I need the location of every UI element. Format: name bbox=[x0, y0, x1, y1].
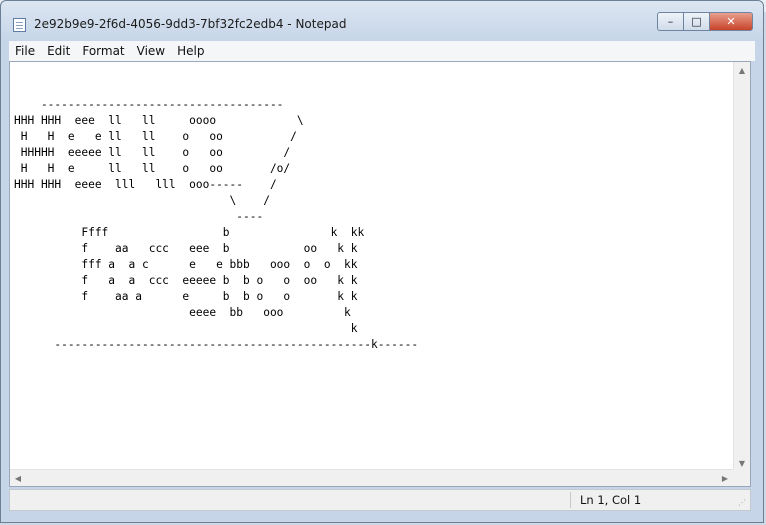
scroll-left-icon[interactable]: ◀ bbox=[10, 470, 26, 486]
document-text[interactable]: ------------------------------------ HHH… bbox=[14, 65, 418, 353]
scroll-right-icon[interactable]: ▶ bbox=[717, 470, 733, 486]
minimize-button[interactable]: – bbox=[657, 12, 683, 31]
maximize-button[interactable]: □ bbox=[683, 12, 709, 31]
vertical-scrollbar[interactable]: ▲ ▼ bbox=[733, 62, 750, 471]
scroll-up-icon[interactable]: ▲ bbox=[734, 62, 750, 78]
status-bar: Ln 1, Col 1 ⋰ bbox=[9, 489, 751, 511]
title-bar[interactable]: 2e92b9e9-2f6d-4056-9dd3-7bf32fc2edb4 - N… bbox=[1, 1, 763, 37]
window-title: 2e92b9e9-2f6d-4056-9dd3-7bf32fc2edb4 - N… bbox=[34, 17, 347, 31]
menu-view[interactable]: View bbox=[131, 44, 171, 58]
window-controls: – □ ✕ bbox=[657, 12, 753, 31]
notepad-icon bbox=[13, 18, 26, 32]
status-separator bbox=[570, 492, 571, 508]
horizontal-scrollbar[interactable]: ◀ ▶ bbox=[10, 469, 733, 486]
notepad-window: 2e92b9e9-2f6d-4056-9dd3-7bf32fc2edb4 - N… bbox=[0, 0, 764, 523]
cursor-position: Ln 1, Col 1 bbox=[580, 493, 642, 507]
menu-bar: File Edit Format View Help bbox=[9, 41, 755, 61]
menu-file[interactable]: File bbox=[9, 44, 41, 58]
menu-format[interactable]: Format bbox=[76, 44, 130, 58]
text-editor-area[interactable]: ------------------------------------ HHH… bbox=[9, 61, 751, 487]
resize-grip-icon[interactable]: ⋰ bbox=[738, 498, 748, 508]
close-button[interactable]: ✕ bbox=[709, 12, 753, 31]
menu-help[interactable]: Help bbox=[171, 44, 210, 58]
menu-edit[interactable]: Edit bbox=[41, 44, 76, 58]
scrollbar-corner bbox=[733, 469, 750, 486]
